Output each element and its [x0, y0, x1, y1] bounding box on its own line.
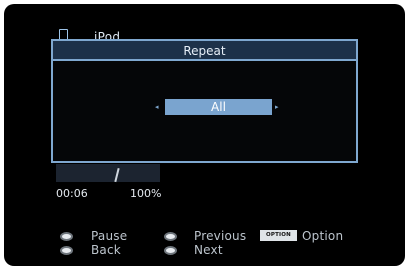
repeat-value-selector[interactable]: All — [165, 99, 272, 115]
option-label: Option — [302, 229, 344, 243]
pause-button-icon[interactable] — [60, 232, 73, 241]
popup-title: Repeat — [53, 41, 356, 61]
next-button-icon[interactable] — [164, 246, 177, 255]
previous-label: Previous — [194, 229, 247, 243]
pause-label: Pause — [91, 229, 128, 243]
previous-button-icon[interactable] — [164, 232, 177, 241]
next-label: Next — [194, 243, 223, 257]
back-label: Back — [91, 243, 121, 257]
option-button-badge[interactable]: OPTION — [260, 230, 297, 241]
arrow-right-icon[interactable]: ▸ — [275, 103, 279, 111]
arrow-left-icon[interactable]: ◂ — [155, 103, 159, 111]
back-button-icon[interactable] — [60, 246, 73, 255]
volume-level: 100% — [130, 187, 162, 200]
elapsed-time: 00:06 — [56, 187, 88, 200]
album-artwork-fragment — [56, 164, 160, 182]
display-screen: iPod Repeat ◂ All ▸ 00:06 100% Pause Bac… — [4, 4, 405, 266]
popup-body: ◂ All ▸ — [53, 61, 356, 161]
repeat-popup: Repeat ◂ All ▸ — [51, 39, 358, 163]
